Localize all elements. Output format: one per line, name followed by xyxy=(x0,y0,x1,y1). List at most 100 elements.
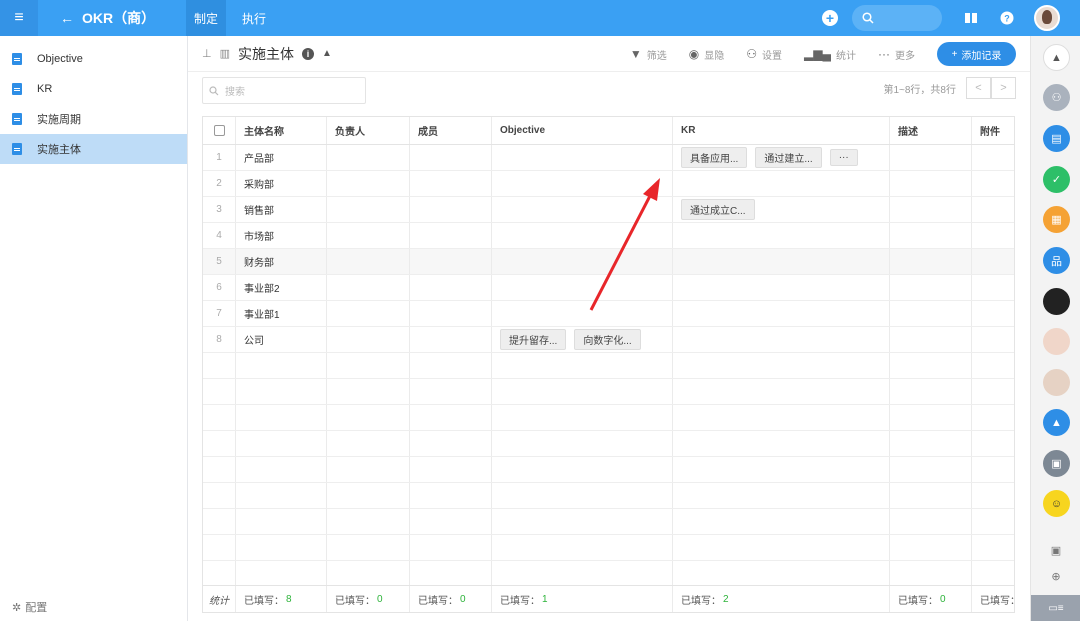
table-cell[interactable] xyxy=(327,327,410,352)
table-cell[interactable] xyxy=(410,223,492,248)
kr-tag[interactable]: 通过成立C... xyxy=(681,199,755,220)
sidebar-item-period[interactable]: 实施周期 xyxy=(0,104,187,134)
config-button[interactable]: ✲ 配置 xyxy=(12,599,47,615)
table-cell[interactable] xyxy=(972,275,1014,300)
table-cell[interactable] xyxy=(327,301,410,326)
column-header[interactable]: 描述 xyxy=(890,117,972,144)
table-row[interactable]: 4 市场部 xyxy=(203,223,1014,249)
table-cell[interactable] xyxy=(327,197,410,222)
group-avatar[interactable] xyxy=(1043,369,1070,396)
column-header[interactable]: Objective xyxy=(492,117,673,144)
kr-tag[interactable]: 通过建立... xyxy=(755,147,822,168)
info-icon[interactable]: i xyxy=(302,47,314,60)
group-avatar-icon[interactable]: ⚇ xyxy=(1043,84,1070,111)
more-button[interactable]: ··· 更多 xyxy=(878,47,915,62)
table-cell[interactable] xyxy=(972,223,1014,248)
table-cell[interactable]: 事业部1 xyxy=(236,301,327,326)
tab-execute[interactable]: 执行 xyxy=(226,0,282,36)
table-cell[interactable]: 7 xyxy=(203,301,236,326)
org-chart-icon[interactable]: 品 xyxy=(1043,247,1070,274)
column-header[interactable]: 负责人 xyxy=(327,117,410,144)
table-cell[interactable] xyxy=(492,197,673,222)
menu-icon[interactable]: ≡ xyxy=(0,0,38,36)
chat-icon[interactable]: ▤ xyxy=(1043,125,1070,152)
table-cell[interactable] xyxy=(890,249,972,274)
table-cell[interactable] xyxy=(890,301,972,326)
sidebar-item-kr[interactable]: KR xyxy=(0,74,187,104)
show-hide-button[interactable]: ◉ 显隐 xyxy=(689,47,724,62)
objective-tag[interactable]: 提升留存... xyxy=(500,329,567,350)
add-circle-icon[interactable]: + xyxy=(822,10,838,26)
table-cell[interactable]: 采购部 xyxy=(236,171,327,196)
table-row[interactable]: 8 公司 提升留存... 向数字化... xyxy=(203,327,1014,353)
kr-tag[interactable]: 具备应用... xyxy=(681,147,748,168)
table-cell[interactable] xyxy=(673,249,890,274)
table-cell[interactable] xyxy=(327,223,410,248)
filter-button[interactable]: ▼ 筛选 xyxy=(630,47,667,62)
table-cell[interactable] xyxy=(410,275,492,300)
table-cell[interactable] xyxy=(972,327,1014,352)
table-cell[interactable] xyxy=(890,327,972,352)
table-cell[interactable] xyxy=(327,249,410,274)
table-cell[interactable] xyxy=(890,223,972,248)
column-header[interactable]: KR xyxy=(673,117,890,144)
add-record-button[interactable]: + 添加记录 xyxy=(937,42,1016,66)
table-cell[interactable] xyxy=(410,197,492,222)
table-cell[interactable]: 产品部 xyxy=(236,145,327,170)
footer-stat[interactable]: 已填写： 0 xyxy=(327,586,410,612)
table-cell[interactable]: 市场部 xyxy=(236,223,327,248)
table-cell[interactable] xyxy=(972,249,1014,274)
tab-plan[interactable]: 制定 xyxy=(186,0,226,36)
table-row[interactable]: 5 财务部 xyxy=(203,249,1014,275)
table-cell[interactable]: 2 xyxy=(203,171,236,196)
table-cell[interactable] xyxy=(673,223,890,248)
table-cell[interactable] xyxy=(673,275,890,300)
table-cell[interactable]: 财务部 xyxy=(236,249,327,274)
table-cell[interactable] xyxy=(972,197,1014,222)
footer-stat[interactable]: 已填写： 1 xyxy=(492,586,673,612)
table-cell[interactable] xyxy=(410,327,492,352)
sidebar-item-objective[interactable]: Objective xyxy=(0,44,187,74)
table-cell[interactable] xyxy=(890,197,972,222)
table-cell[interactable] xyxy=(327,145,410,170)
table-cell[interactable]: 5 xyxy=(203,249,236,274)
table-cell[interactable]: 3 xyxy=(203,197,236,222)
table-row[interactable]: 2 采购部 xyxy=(203,171,1014,197)
table-cell[interactable] xyxy=(327,171,410,196)
table-cell[interactable]: 4 xyxy=(203,223,236,248)
column-header[interactable]: 主体名称 xyxy=(236,117,327,144)
column-header[interactable]: 附件 xyxy=(972,117,1014,144)
table-cell[interactable]: 具备应用... 通过建立... ··· xyxy=(673,145,890,170)
footer-stat[interactable]: 已填写： 0 xyxy=(890,586,972,612)
contact-icon[interactable]: ▣ xyxy=(1050,544,1062,557)
global-search[interactable] xyxy=(852,5,942,31)
table-cell[interactable] xyxy=(972,145,1014,170)
table-row[interactable]: 3 销售部 通过成立C... xyxy=(203,197,1014,223)
table-cell[interactable] xyxy=(492,301,673,326)
table-cell[interactable] xyxy=(673,171,890,196)
table-cell[interactable]: 销售部 xyxy=(236,197,327,222)
card-icon[interactable]: ▭≡ xyxy=(1031,595,1080,621)
select-all-checkbox[interactable] xyxy=(213,125,225,136)
table-cell[interactable]: 1 xyxy=(203,145,236,170)
footer-stat[interactable]: 已填写： 0 xyxy=(410,586,492,612)
briefcase-icon[interactable]: ▣ xyxy=(1043,450,1070,477)
table-cell[interactable] xyxy=(327,275,410,300)
table-cell[interactable] xyxy=(410,249,492,274)
chart-small-icon[interactable]: ▥ xyxy=(220,47,230,60)
table-cell[interactable]: 提升留存... 向数字化... xyxy=(492,327,673,352)
help-icon[interactable]: ? xyxy=(998,9,1016,27)
table-cell[interactable] xyxy=(492,223,673,248)
user-avatar[interactable] xyxy=(1034,5,1060,31)
table-cell[interactable] xyxy=(492,275,673,300)
bell-icon[interactable]: ▲ xyxy=(1043,409,1070,436)
table-cell[interactable]: 8 xyxy=(203,327,236,352)
sidebar-item-entity[interactable]: 实施主体 xyxy=(0,134,187,164)
table-cell[interactable] xyxy=(890,275,972,300)
table-cell[interactable] xyxy=(492,145,673,170)
table-row[interactable]: 7 事业部1 xyxy=(203,301,1014,327)
table-cell[interactable] xyxy=(890,145,972,170)
stats-button[interactable]: ▂▆▄ 统计 xyxy=(804,47,856,62)
table-cell[interactable] xyxy=(410,301,492,326)
table-cell[interactable]: 事业部2 xyxy=(236,275,327,300)
